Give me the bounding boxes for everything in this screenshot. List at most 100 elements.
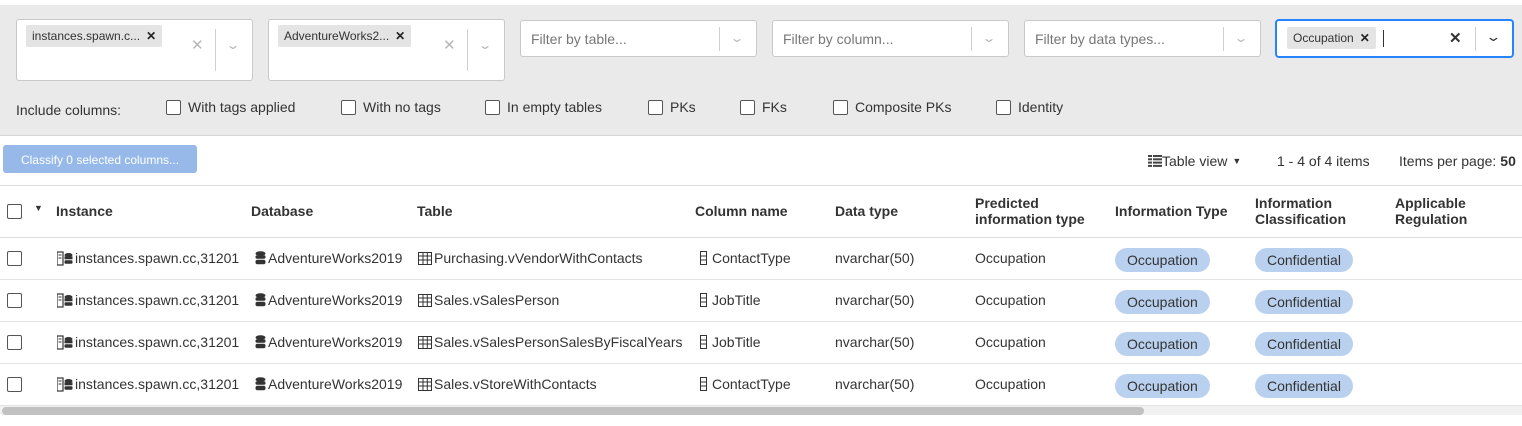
information-type-chip: Occupation ✕ bbox=[1287, 27, 1376, 49]
remove-chip-icon[interactable]: ✕ bbox=[1360, 27, 1370, 49]
include-fks[interactable]: FKs bbox=[740, 99, 787, 115]
remove-chip-icon[interactable]: ✕ bbox=[395, 25, 405, 47]
include-pks[interactable]: PKs bbox=[648, 99, 696, 115]
include-with-no-tags[interactable]: With no tags bbox=[341, 99, 441, 115]
header-instance[interactable]: Instance bbox=[56, 203, 113, 219]
clear-icon[interactable]: ✕ bbox=[443, 36, 456, 54]
chevron-down-icon[interactable]: ⌄ bbox=[981, 31, 996, 45]
include-composite-pks[interactable]: Composite PKs bbox=[833, 99, 951, 115]
items-per-page[interactable]: Items per page: 50 bbox=[1399, 153, 1516, 169]
information-type-tag[interactable]: Occupation bbox=[1115, 248, 1210, 272]
table-cell: Sales.vStoreWithContacts bbox=[418, 376, 597, 392]
row-checkbox[interactable] bbox=[7, 293, 22, 308]
table-cell: Sales.vSalesPerson bbox=[418, 292, 559, 308]
table-icon bbox=[418, 293, 432, 307]
server-icon bbox=[57, 334, 73, 350]
classification-tag[interactable]: Confidential bbox=[1255, 332, 1353, 356]
remove-chip-icon[interactable]: ✕ bbox=[146, 25, 156, 47]
predicted-type-cell: Occupation bbox=[975, 376, 1046, 392]
include-columns-row: Include columns: With tags applied With … bbox=[0, 99, 1522, 121]
column-name-cell: ContactType bbox=[700, 250, 791, 266]
classification-tag[interactable]: Confidential bbox=[1255, 290, 1353, 314]
header-data-type[interactable]: Data type bbox=[835, 203, 898, 219]
table-cell: Sales.vSalesPersonSalesByFiscalYears bbox=[418, 334, 683, 350]
row-checkbox[interactable] bbox=[7, 335, 22, 350]
header-predicted-information-type[interactable]: Predicted information type bbox=[975, 195, 1085, 227]
classify-button[interactable]: Classify 0 selected columns... bbox=[3, 145, 197, 173]
header-information-classification[interactable]: Information Classification bbox=[1255, 195, 1346, 227]
header-information-type[interactable]: Information Type bbox=[1115, 203, 1228, 219]
pagination-info: 1 - 4 of 4 items bbox=[1277, 153, 1370, 169]
column-name-cell: JobTitle bbox=[700, 334, 761, 350]
database-cell: AdventureWorks2019 bbox=[255, 334, 402, 350]
instance-cell: instances.spawn.cc,31201 bbox=[57, 250, 239, 266]
table-icon bbox=[418, 251, 432, 265]
column-filter[interactable]: Filter by column... ⌄ bbox=[772, 20, 1009, 57]
column-name-cell: JobTitle bbox=[700, 292, 761, 308]
checkbox[interactable] bbox=[833, 99, 848, 115]
checkbox[interactable] bbox=[996, 99, 1011, 115]
information-type-tag[interactable]: Occupation bbox=[1115, 290, 1210, 314]
table-icon bbox=[418, 377, 432, 391]
database-cell: AdventureWorks2019 bbox=[255, 250, 402, 266]
select-all-checkbox[interactable] bbox=[7, 204, 22, 219]
checkbox[interactable] bbox=[166, 99, 181, 115]
instance-filter[interactable]: instances.spawn.c... ✕ ✕ ⌄ bbox=[16, 19, 253, 81]
database-cell: AdventureWorks2019 bbox=[255, 292, 402, 308]
clear-icon[interactable]: ✕ bbox=[191, 36, 204, 54]
checkbox[interactable] bbox=[648, 99, 663, 115]
include-columns-label: Include columns: bbox=[16, 102, 122, 118]
chevron-down-icon[interactable]: ⌄ bbox=[1485, 29, 1501, 45]
database-filter-chip: AdventureWorks2... ✕ bbox=[278, 25, 412, 47]
server-icon bbox=[57, 376, 73, 392]
checkbox[interactable] bbox=[740, 99, 755, 115]
chevron-down-icon[interactable]: ⌄ bbox=[1233, 31, 1248, 45]
database-icon bbox=[255, 335, 266, 349]
information-type-tag[interactable]: Occupation bbox=[1115, 374, 1210, 398]
table-icon bbox=[418, 335, 432, 349]
include-with-tags-applied[interactable]: With tags applied bbox=[166, 99, 295, 115]
predicted-type-cell: Occupation bbox=[975, 334, 1046, 350]
information-type-filter[interactable]: Occupation ✕ ✕ ⌄ bbox=[1276, 20, 1513, 57]
instance-cell: instances.spawn.cc,31201 bbox=[57, 292, 239, 308]
predicted-type-cell: Occupation bbox=[975, 250, 1046, 266]
table-row[interactable]: instances.spawn.cc,31201 AdventureWorks2… bbox=[0, 280, 1522, 322]
header-column-name[interactable]: Column name bbox=[695, 203, 788, 219]
scrollbar-thumb[interactable] bbox=[2, 407, 1144, 415]
classification-tag[interactable]: Confidential bbox=[1255, 248, 1353, 272]
select-menu-caret-icon[interactable]: ▼ bbox=[34, 203, 43, 213]
datatype-filter[interactable]: Filter by data types... ⌄ bbox=[1024, 20, 1261, 57]
instance-cell: instances.spawn.cc,31201 bbox=[57, 376, 239, 392]
table-row[interactable]: instances.spawn.cc,31201 AdventureWorks2… bbox=[0, 322, 1522, 364]
include-identity[interactable]: Identity bbox=[996, 99, 1063, 115]
header-applicable-regulation[interactable]: Applicable Regulation bbox=[1395, 195, 1467, 227]
chevron-down-icon[interactable]: ⌄ bbox=[729, 31, 744, 45]
header-database[interactable]: Database bbox=[251, 203, 313, 219]
database-filter[interactable]: AdventureWorks2... ✕ ✕ ⌄ bbox=[268, 19, 505, 81]
classification-tag[interactable]: Confidential bbox=[1255, 374, 1353, 398]
divider bbox=[1223, 27, 1224, 51]
chevron-down-icon[interactable]: ⌄ bbox=[225, 38, 240, 52]
column-icon bbox=[700, 377, 707, 391]
table-row[interactable]: instances.spawn.cc,31201 AdventureWorks2… bbox=[0, 238, 1522, 280]
data-type-cell: nvarchar(50) bbox=[835, 250, 915, 266]
instance-filter-chip: instances.spawn.c... ✕ bbox=[26, 25, 163, 47]
row-checkbox[interactable] bbox=[7, 377, 22, 392]
table-filter[interactable]: Filter by table... ⌄ bbox=[520, 20, 757, 57]
table-view-dropdown[interactable]: Table view ▼ bbox=[1148, 153, 1241, 169]
row-checkbox[interactable] bbox=[7, 251, 22, 266]
include-in-empty-tables[interactable]: In empty tables bbox=[485, 99, 602, 115]
header-table[interactable]: Table bbox=[417, 203, 453, 219]
column-icon bbox=[700, 335, 707, 349]
database-icon bbox=[255, 293, 266, 307]
information-type-tag[interactable]: Occupation bbox=[1115, 332, 1210, 356]
checkbox[interactable] bbox=[341, 99, 356, 115]
column-name-cell: ContactType bbox=[700, 376, 791, 392]
table-row[interactable]: instances.spawn.cc,31201 AdventureWorks2… bbox=[0, 364, 1522, 406]
checkbox[interactable] bbox=[485, 99, 500, 115]
list-view-icon bbox=[1148, 155, 1162, 167]
clear-icon[interactable]: ✕ bbox=[1449, 29, 1462, 47]
database-cell: AdventureWorks2019 bbox=[255, 376, 402, 392]
chevron-down-icon[interactable]: ⌄ bbox=[477, 38, 492, 52]
server-icon bbox=[57, 250, 73, 266]
